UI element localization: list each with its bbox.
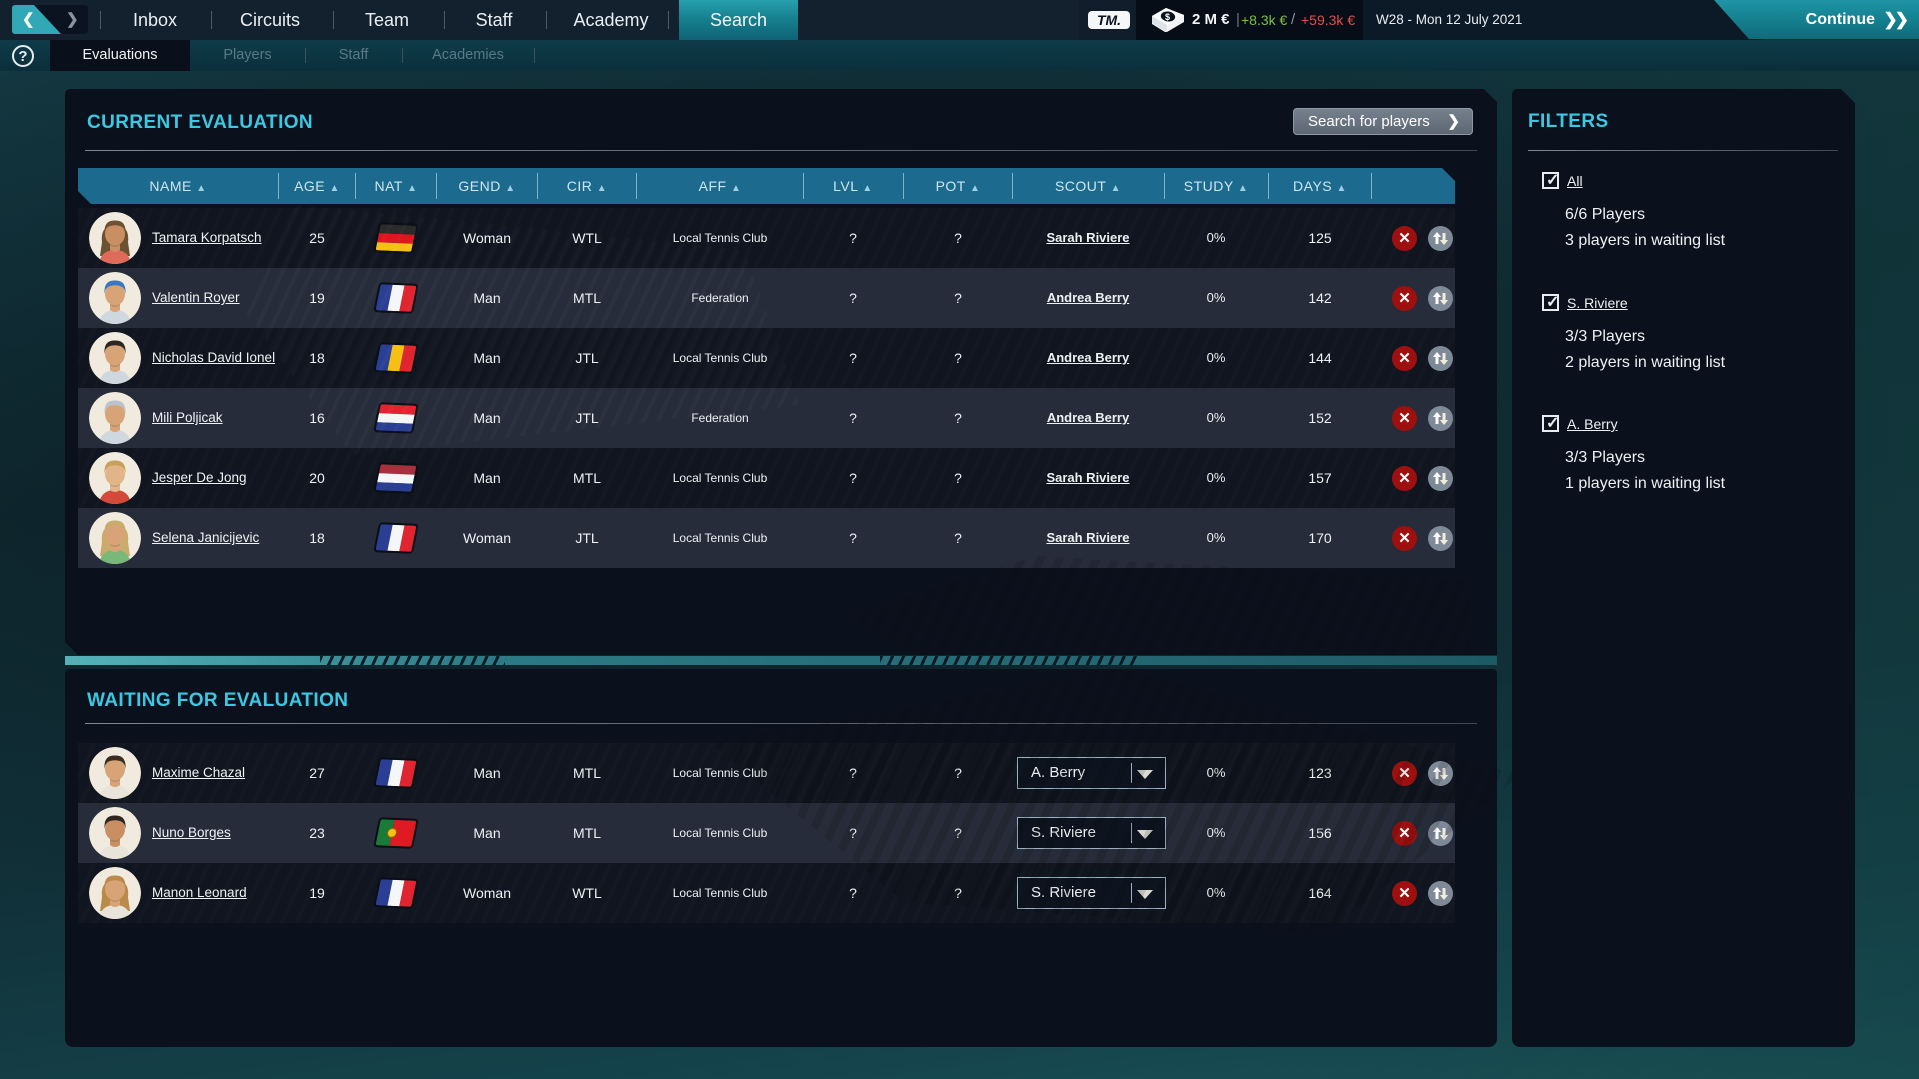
svg-text:$: $ bbox=[1165, 12, 1170, 22]
